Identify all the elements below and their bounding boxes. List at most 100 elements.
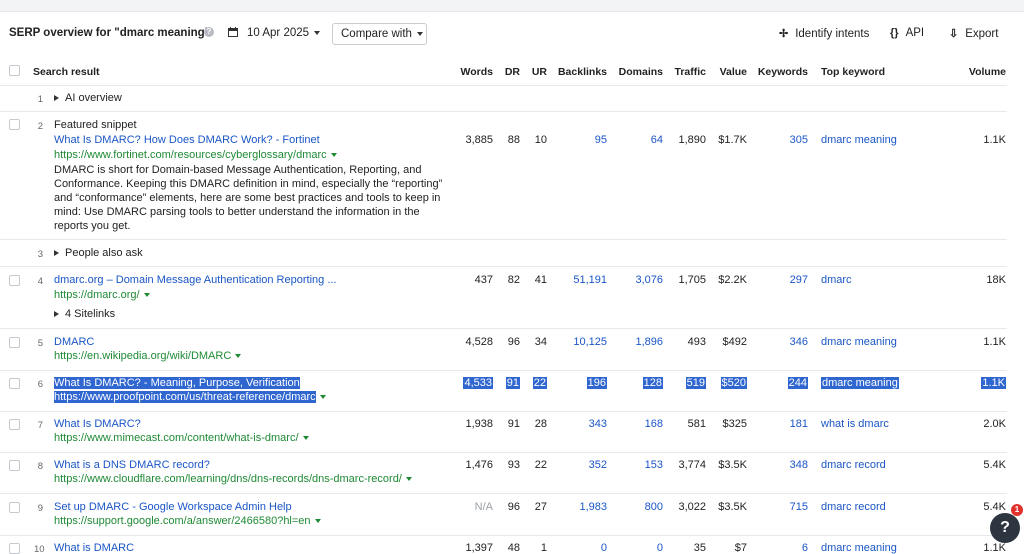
cell-domains[interactable]: 1,896 <box>610 336 663 348</box>
cell-top-keyword[interactable]: dmarc meaning <box>821 377 899 389</box>
chevron-down-icon[interactable] <box>143 293 150 298</box>
help-icon[interactable]: ? <box>204 27 214 37</box>
cell-backlinks[interactable]: 51,191 <box>550 274 607 286</box>
cell-value: $3.5K <box>718 459 747 471</box>
cell-backlinks[interactable]: 343 <box>550 418 607 430</box>
col-value[interactable]: Value <box>708 66 747 78</box>
result-url[interactable]: https://www.cloudflare.com/learning/dns/… <box>54 473 412 485</box>
row-rank: 5 <box>37 338 43 349</box>
braces-icon: {} <box>890 27 899 39</box>
result-url[interactable]: https://dmarc.org/ <box>54 289 150 301</box>
cell-top-keyword[interactable]: dmarc record <box>821 501 886 513</box>
export-button[interactable]: ⇩ Export <box>949 27 998 40</box>
select-all-checkbox[interactable] <box>9 65 20 76</box>
col-search-result[interactable]: Search result <box>33 66 100 78</box>
api-button[interactable]: {} API <box>890 27 924 39</box>
cell-keywords[interactable]: 348 <box>750 459 808 471</box>
cell-domains[interactable]: 128 <box>610 377 663 389</box>
divider <box>0 370 1007 371</box>
cell-domains[interactable]: 0 <box>610 542 663 554</box>
cell-keywords[interactable]: 6 <box>750 542 808 554</box>
cell-backlinks[interactable]: 10,125 <box>550 336 607 348</box>
compare-with-dropdown[interactable]: Compare with <box>332 23 427 45</box>
row-checkbox[interactable] <box>9 543 20 554</box>
chevron-down-icon[interactable] <box>405 477 412 482</box>
result-url[interactable]: https://en.wikipedia.org/wiki/DMARC <box>54 350 242 362</box>
cell-ur: 28 <box>534 418 547 430</box>
result-title-link[interactable]: DMARC <box>54 336 94 348</box>
cell-keywords[interactable]: 181 <box>750 418 808 430</box>
result-title-link[interactable]: What is DMARC <box>54 542 134 554</box>
cell-keywords[interactable]: 297 <box>750 274 808 286</box>
cell-backlinks[interactable]: 0 <box>550 542 607 554</box>
people-also-ask-toggle[interactable]: People also ask <box>54 247 143 259</box>
divider <box>0 452 1007 453</box>
cell-top-keyword[interactable]: dmarc meaning <box>821 542 897 554</box>
cell-top-keyword[interactable]: dmarc meaning <box>821 134 897 146</box>
result-title-link[interactable]: What Is DMARC? How Does DMARC Work? - Fo… <box>54 134 320 146</box>
col-ur[interactable]: UR <box>522 66 547 78</box>
ai-overview-toggle[interactable]: AI overview <box>54 92 122 104</box>
cell-backlinks[interactable]: 196 <box>550 377 607 389</box>
chevron-down-icon[interactable] <box>314 519 321 524</box>
row-checkbox[interactable] <box>9 378 20 389</box>
col-keywords[interactable]: Keywords <box>750 66 808 78</box>
row-checkbox[interactable] <box>9 502 20 513</box>
chevron-down-icon[interactable] <box>330 153 337 158</box>
divider <box>0 111 1007 112</box>
result-title-link[interactable]: What Is DMARC? - Meaning, Purpose, Verif… <box>54 377 300 389</box>
cell-top-keyword[interactable]: dmarc record <box>821 459 886 471</box>
result-url[interactable]: https://www.mimecast.com/content/what-is… <box>54 432 309 444</box>
cell-words: 4,528 <box>465 336 493 348</box>
cell-keywords[interactable]: 305 <box>750 134 808 146</box>
cell-value: $325 <box>722 418 747 430</box>
cell-backlinks[interactable]: 352 <box>550 459 607 471</box>
col-backlinks[interactable]: Backlinks <box>550 66 607 78</box>
row-checkbox[interactable] <box>9 275 20 286</box>
calendar-icon[interactable] <box>228 27 238 37</box>
col-traffic[interactable]: Traffic <box>665 66 706 78</box>
date-selector[interactable]: 10 Apr 2025 <box>247 27 321 39</box>
cell-top-keyword[interactable]: what is dmarc <box>821 418 889 430</box>
cell-domains[interactable]: 64 <box>610 134 663 146</box>
sitelinks-toggle[interactable]: 4 Sitelinks <box>54 308 115 320</box>
result-url[interactable]: https://support.google.com/a/answer/2466… <box>54 515 321 527</box>
chevron-down-icon <box>314 30 321 35</box>
cell-domains[interactable]: 800 <box>610 501 663 513</box>
cell-keywords[interactable]: 715 <box>750 501 808 513</box>
cell-keywords[interactable]: 346 <box>750 336 808 348</box>
cell-value: $3.5K <box>718 501 747 513</box>
chevron-down-icon[interactable] <box>302 436 309 441</box>
help-chat-button[interactable]: ? <box>990 513 1020 543</box>
cell-keywords[interactable]: 244 <box>750 377 808 389</box>
cell-dr: 96 <box>507 501 520 513</box>
col-domains[interactable]: Domains <box>610 66 663 78</box>
cell-top-keyword[interactable]: dmarc <box>821 274 852 286</box>
col-volume[interactable]: Volume <box>950 66 1006 78</box>
cell-domains[interactable]: 168 <box>610 418 663 430</box>
row-checkbox[interactable] <box>9 419 20 430</box>
col-words[interactable]: Words <box>440 66 493 78</box>
chevron-down-icon[interactable] <box>235 354 242 359</box>
cell-traffic: 519 <box>685 377 706 389</box>
col-dr[interactable]: DR <box>495 66 520 78</box>
row-checkbox[interactable] <box>9 337 20 348</box>
identify-intents-button[interactable]: ✢ Identify intents <box>779 27 869 40</box>
row-checkbox[interactable] <box>9 460 20 471</box>
cell-backlinks[interactable]: 1,983 <box>550 501 607 513</box>
result-title-link[interactable]: dmarc.org – Domain Message Authenticatio… <box>54 274 336 286</box>
cell-value: $1.7K <box>718 134 747 146</box>
cell-backlinks[interactable]: 95 <box>550 134 607 146</box>
result-url[interactable]: https://www.fortinet.com/resources/cyber… <box>54 149 337 161</box>
row-checkbox[interactable] <box>9 119 20 130</box>
cell-dr: 91 <box>507 418 520 430</box>
col-top-keyword[interactable]: Top keyword <box>821 66 885 78</box>
cell-domains[interactable]: 3,076 <box>610 274 663 286</box>
result-title-link[interactable]: Set up DMARC - Google Workspace Admin He… <box>54 501 292 513</box>
chevron-down-icon[interactable] <box>319 395 326 400</box>
result-title-link[interactable]: What is a DNS DMARC record? <box>54 459 210 471</box>
result-url[interactable]: https://www.proofpoint.com/us/threat-ref… <box>54 391 326 403</box>
cell-domains[interactable]: 153 <box>610 459 663 471</box>
result-title-link[interactable]: What Is DMARC? <box>54 418 141 430</box>
cell-top-keyword[interactable]: dmarc meaning <box>821 336 897 348</box>
